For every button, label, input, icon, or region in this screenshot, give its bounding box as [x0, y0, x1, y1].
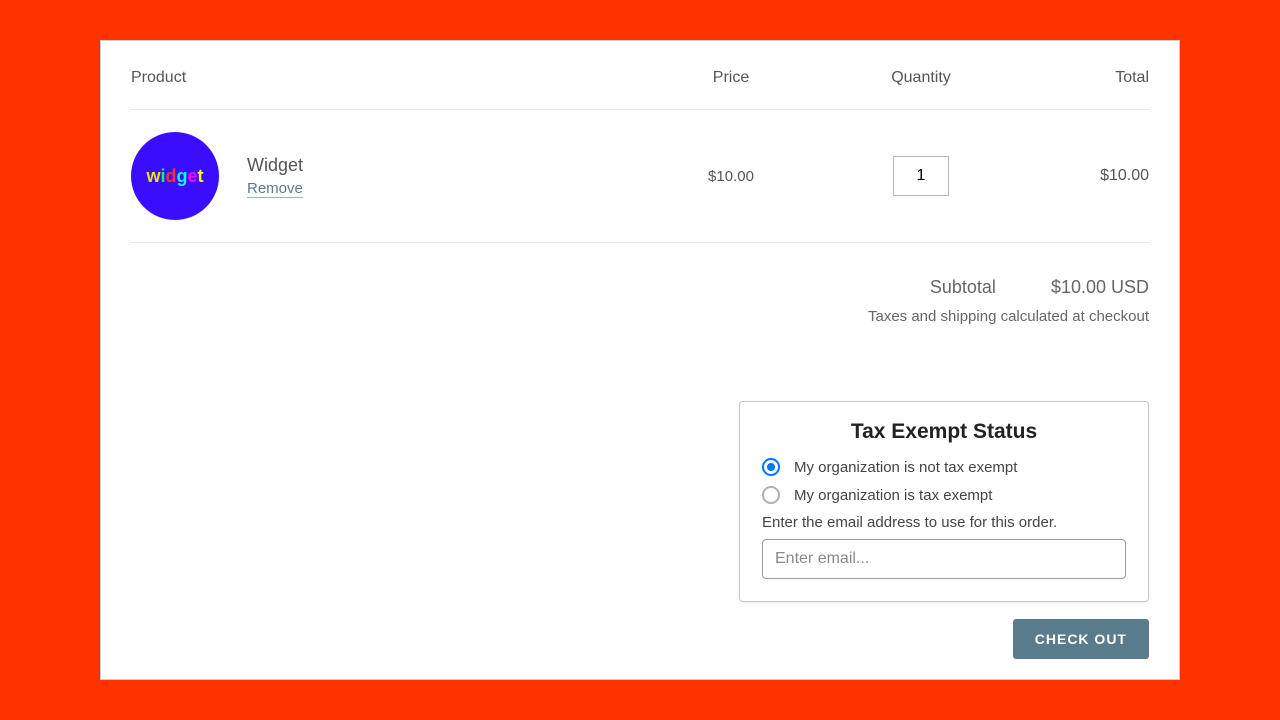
cart-header-row: Product Price Quantity Total: [131, 69, 1149, 110]
col-header-total: Total: [1011, 69, 1149, 87]
remove-link[interactable]: Remove: [247, 180, 303, 198]
item-total: $10.00: [1011, 167, 1149, 185]
radio-icon: [762, 486, 780, 504]
cart-row: widget Widget Remove $10.00 $10.00: [131, 110, 1149, 243]
checkout-button[interactable]: CHECK OUT: [1013, 619, 1149, 659]
radio-icon: [762, 458, 780, 476]
subtotal-value: $10.00 USD: [1051, 277, 1149, 297]
radio-exempt[interactable]: My organization is tax exempt: [762, 486, 1126, 504]
item-price: $10.00: [631, 168, 831, 185]
radio-label-exempt: My organization is tax exempt: [794, 487, 992, 504]
col-header-product: Product: [131, 69, 631, 87]
col-header-price: Price: [631, 69, 831, 87]
radio-not-exempt[interactable]: My organization is not tax exempt: [762, 458, 1126, 476]
subtotal-label: Subtotal: [930, 277, 996, 297]
product-name: Widget: [247, 155, 303, 176]
tax-exempt-box: Tax Exempt Status My organization is not…: [739, 401, 1149, 602]
radio-label-not-exempt: My organization is not tax exempt: [794, 459, 1017, 476]
email-field-label: Enter the email address to use for this …: [762, 514, 1126, 531]
col-header-quantity: Quantity: [831, 69, 1011, 87]
subtotal-row: Subtotal $10.00 USD: [131, 277, 1149, 298]
email-field[interactable]: [762, 539, 1126, 579]
cart-card: Product Price Quantity Total widget Widg…: [100, 40, 1180, 680]
tax-shipping-note: Taxes and shipping calculated at checkou…: [131, 308, 1149, 325]
product-thumb-icon: widget: [131, 132, 219, 220]
quantity-input[interactable]: [893, 156, 949, 196]
tax-exempt-title: Tax Exempt Status: [762, 420, 1126, 444]
